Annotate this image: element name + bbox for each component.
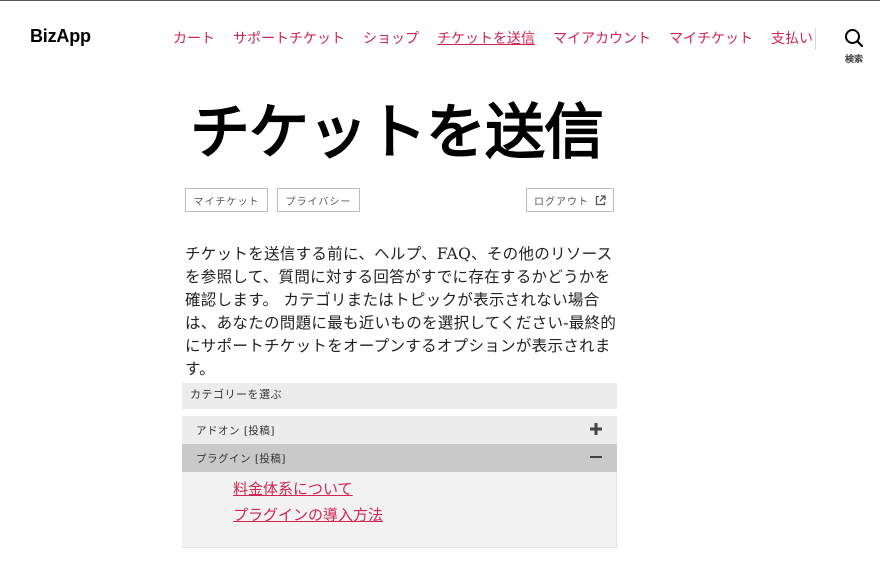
search-label: 検索: [844, 55, 863, 65]
pricing-link[interactable]: 料金体系について: [233, 478, 353, 499]
nav-item-submit-ticket[interactable]: チケットを送信: [437, 28, 535, 48]
search-button[interactable]: 検索: [835, 28, 873, 68]
logout-label: ログアウト: [534, 196, 589, 208]
main-nav: カート サポートチケット ショップ チケットを送信 マイアカウント マイチケット…: [173, 28, 813, 48]
accordion-plugin-label: プラグイン [投稿]: [196, 453, 287, 465]
top-border: [0, 0, 880, 1]
page-title: チケットを送信: [190, 98, 604, 168]
category-header-label: カテゴリーを選ぶ: [190, 388, 282, 401]
header-divider: [815, 28, 816, 50]
external-link-icon: [595, 194, 606, 205]
nav-item-my-tickets[interactable]: マイチケット: [669, 28, 753, 48]
plus-icon: [590, 423, 602, 435]
nav-item-payment[interactable]: 支払い: [771, 28, 813, 48]
plugin-install-link[interactable]: プラグインの導入方法: [233, 504, 383, 525]
my-tickets-button[interactable]: マイチケット: [185, 188, 268, 212]
minus-icon: [590, 456, 602, 458]
site-title[interactable]: BizApp: [30, 26, 91, 47]
category-header: カテゴリーを選ぶ: [182, 383, 617, 409]
accordion-addon[interactable]: アドオン [投稿]: [182, 416, 617, 444]
accordion-plugin[interactable]: プラグイン [投稿]: [182, 444, 617, 472]
intro-text: チケットを送信する前に、ヘルプ、FAQ、その他のリソースを参照して、質問に対する…: [185, 245, 617, 378]
logout-button[interactable]: ログアウト: [526, 188, 614, 212]
nav-item-support-tickets[interactable]: サポートチケット: [233, 28, 345, 48]
search-icon: [845, 29, 864, 48]
nav-item-shop[interactable]: ショップ: [363, 28, 419, 48]
nav-item-cart[interactable]: カート: [173, 28, 215, 48]
accordion-addon-label: アドオン [投稿]: [196, 425, 276, 437]
privacy-button[interactable]: プライバシー: [277, 188, 360, 212]
accordion-plugin-content: 料金体系について プラグインの導入方法: [182, 472, 617, 548]
nav-item-my-account[interactable]: マイアカウント: [553, 28, 651, 48]
